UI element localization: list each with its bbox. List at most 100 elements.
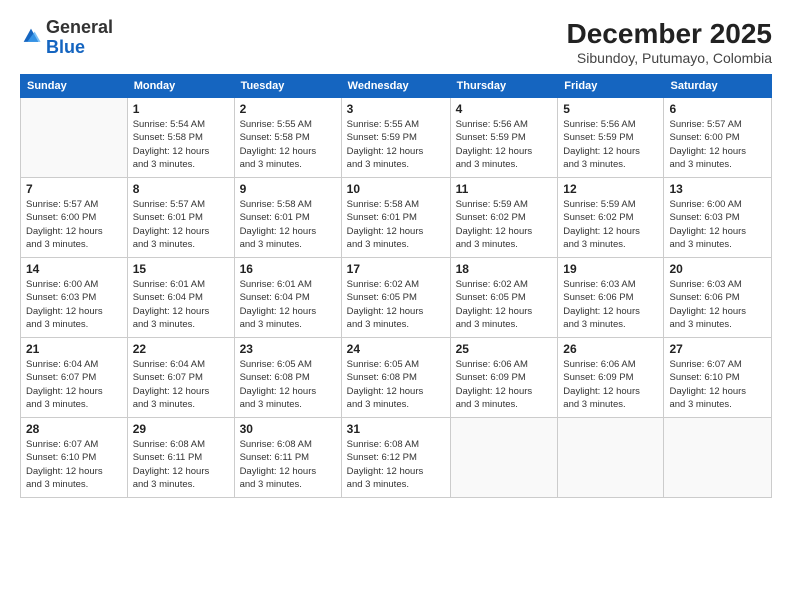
calendar-cell: 22 Sunrise: 6:04 AM Sunset: 6:07 PM Dayli… [127,338,234,418]
day-info: Sunrise: 6:03 AM Sunset: 6:06 PM Dayligh… [669,278,766,331]
day-info: Sunrise: 6:02 AM Sunset: 6:05 PM Dayligh… [347,278,445,331]
calendar-cell: 2 Sunrise: 5:55 AM Sunset: 5:58 PM Daylig… [234,98,341,178]
day-info: Sunrise: 6:04 AM Sunset: 6:07 PM Dayligh… [133,358,229,411]
calendar-cell: 12 Sunrise: 5:59 AM Sunset: 6:02 PM Dayli… [558,178,664,258]
day-number: 6 [669,102,766,116]
day-number: 27 [669,342,766,356]
day-info: Sunrise: 5:59 AM Sunset: 6:02 PM Dayligh… [563,198,658,251]
calendar-body: 1Sunrise: 5:54 AM Sunset: 5:58 PM Daylig… [21,98,772,498]
weekday-thursday: Thursday [450,75,558,98]
day-info: Sunrise: 5:58 AM Sunset: 6:01 PM Dayligh… [240,198,336,251]
day-info: Sunrise: 6:00 AM Sunset: 6:03 PM Dayligh… [26,278,122,331]
calendar-cell: 15 Sunrise: 6:01 AM Sunset: 6:04 PM Dayli… [127,258,234,338]
calendar-cell: 27Sunrise: 6:07 AM Sunset: 6:10 PM Dayli… [664,338,772,418]
day-number: 18 [456,262,553,276]
page: General Blue December 2025 Sibundoy, Put… [0,0,792,612]
day-number: 13 [669,182,766,196]
day-number: 3 [347,102,445,116]
calendar-cell: 21 Sunrise: 6:04 AM Sunset: 6:07 PM Dayli… [21,338,128,418]
day-number: 2 [240,102,336,116]
day-info: Sunrise: 6:03 AM Sunset: 6:06 PM Dayligh… [563,278,658,331]
calendar-cell: 19 Sunrise: 6:03 AM Sunset: 6:06 PM Dayli… [558,258,664,338]
week-row-1: 1Sunrise: 5:54 AM Sunset: 5:58 PM Daylig… [21,98,772,178]
calendar-cell: 1Sunrise: 5:54 AM Sunset: 5:58 PM Daylig… [127,98,234,178]
day-number: 24 [347,342,445,356]
day-number: 17 [347,262,445,276]
day-info: Sunrise: 5:57 AM Sunset: 6:01 PM Dayligh… [133,198,229,251]
day-info: Sunrise: 5:57 AM Sunset: 6:00 PM Dayligh… [26,198,122,251]
logo-general: General [46,17,113,37]
calendar-cell: 4 Sunrise: 5:56 AM Sunset: 5:59 PM Daylig… [450,98,558,178]
weekday-tuesday: Tuesday [234,75,341,98]
day-number: 26 [563,342,658,356]
calendar-cell: 29Sunrise: 6:08 AM Sunset: 6:11 PM Dayli… [127,418,234,498]
calendar-cell [21,98,128,178]
day-number: 25 [456,342,553,356]
calendar-cell: 14 Sunrise: 6:00 AM Sunset: 6:03 PM Dayli… [21,258,128,338]
day-number: 8 [133,182,229,196]
day-number: 31 [347,422,445,436]
day-number: 9 [240,182,336,196]
day-info: Sunrise: 6:07 AM Sunset: 6:10 PM Dayligh… [26,438,122,491]
logo-icon [20,25,42,47]
weekday-sunday: Sunday [21,75,128,98]
calendar-cell: 30Sunrise: 6:08 AM Sunset: 6:11 PM Dayli… [234,418,341,498]
calendar-cell: 31Sunrise: 6:08 AM Sunset: 6:12 PM Dayli… [341,418,450,498]
day-number: 22 [133,342,229,356]
calendar-table: Sunday Monday Tuesday Wednesday Thursday… [20,74,772,498]
day-number: 10 [347,182,445,196]
calendar-cell: 26Sunrise: 6:06 AM Sunset: 6:09 PM Dayli… [558,338,664,418]
calendar-cell: 17 Sunrise: 6:02 AM Sunset: 6:05 PM Dayli… [341,258,450,338]
day-number: 23 [240,342,336,356]
day-info: Sunrise: 6:02 AM Sunset: 6:05 PM Dayligh… [456,278,553,331]
calendar-cell: 23 Sunrise: 6:05 AM Sunset: 6:08 PM Dayli… [234,338,341,418]
month-title: December 2025 [567,18,772,50]
calendar-cell [450,418,558,498]
day-info: Sunrise: 6:01 AM Sunset: 6:04 PM Dayligh… [133,278,229,331]
day-info: Sunrise: 6:08 AM Sunset: 6:11 PM Dayligh… [133,438,229,491]
calendar-header: Sunday Monday Tuesday Wednesday Thursday… [21,75,772,98]
week-row-2: 7 Sunrise: 5:57 AM Sunset: 6:00 PM Daylig… [21,178,772,258]
day-number: 14 [26,262,122,276]
calendar-cell: 16Sunrise: 6:01 AM Sunset: 6:04 PM Dayli… [234,258,341,338]
day-number: 12 [563,182,658,196]
weekday-friday: Friday [558,75,664,98]
day-info: Sunrise: 5:55 AM Sunset: 5:59 PM Dayligh… [347,118,445,171]
day-info: Sunrise: 5:56 AM Sunset: 5:59 PM Dayligh… [456,118,553,171]
title-block: December 2025 Sibundoy, Putumayo, Colomb… [567,18,772,66]
location-subtitle: Sibundoy, Putumayo, Colombia [567,50,772,66]
calendar-cell [558,418,664,498]
day-number: 7 [26,182,122,196]
day-info: Sunrise: 6:06 AM Sunset: 6:09 PM Dayligh… [456,358,553,411]
logo-text: General Blue [46,18,113,58]
calendar-cell: 25 Sunrise: 6:06 AM Sunset: 6:09 PM Dayli… [450,338,558,418]
calendar-cell: 5Sunrise: 5:56 AM Sunset: 5:59 PM Daylig… [558,98,664,178]
day-info: Sunrise: 5:56 AM Sunset: 5:59 PM Dayligh… [563,118,658,171]
day-number: 15 [133,262,229,276]
day-number: 30 [240,422,336,436]
day-info: Sunrise: 5:55 AM Sunset: 5:58 PM Dayligh… [240,118,336,171]
logo: General Blue [20,18,113,58]
weekday-saturday: Saturday [664,75,772,98]
logo-blue: Blue [46,37,85,57]
day-number: 28 [26,422,122,436]
week-row-5: 28 Sunrise: 6:07 AM Sunset: 6:10 PM Dayli… [21,418,772,498]
calendar-cell: 10 Sunrise: 5:58 AM Sunset: 6:01 PM Dayli… [341,178,450,258]
day-info: Sunrise: 5:54 AM Sunset: 5:58 PM Dayligh… [133,118,229,171]
calendar-cell: 7 Sunrise: 5:57 AM Sunset: 6:00 PM Daylig… [21,178,128,258]
day-info: Sunrise: 5:58 AM Sunset: 6:01 PM Dayligh… [347,198,445,251]
day-info: Sunrise: 6:05 AM Sunset: 6:08 PM Dayligh… [347,358,445,411]
week-row-4: 21 Sunrise: 6:04 AM Sunset: 6:07 PM Dayli… [21,338,772,418]
calendar-cell: 18 Sunrise: 6:02 AM Sunset: 6:05 PM Dayli… [450,258,558,338]
day-info: Sunrise: 6:05 AM Sunset: 6:08 PM Dayligh… [240,358,336,411]
calendar-cell: 6 Sunrise: 5:57 AM Sunset: 6:00 PM Daylig… [664,98,772,178]
day-info: Sunrise: 5:59 AM Sunset: 6:02 PM Dayligh… [456,198,553,251]
day-number: 19 [563,262,658,276]
day-info: Sunrise: 5:57 AM Sunset: 6:00 PM Dayligh… [669,118,766,171]
calendar-cell: 20Sunrise: 6:03 AM Sunset: 6:06 PM Dayli… [664,258,772,338]
calendar-cell: 8 Sunrise: 5:57 AM Sunset: 6:01 PM Daylig… [127,178,234,258]
day-info: Sunrise: 6:04 AM Sunset: 6:07 PM Dayligh… [26,358,122,411]
day-number: 4 [456,102,553,116]
calendar-cell: 11Sunrise: 5:59 AM Sunset: 6:02 PM Dayli… [450,178,558,258]
day-number: 21 [26,342,122,356]
